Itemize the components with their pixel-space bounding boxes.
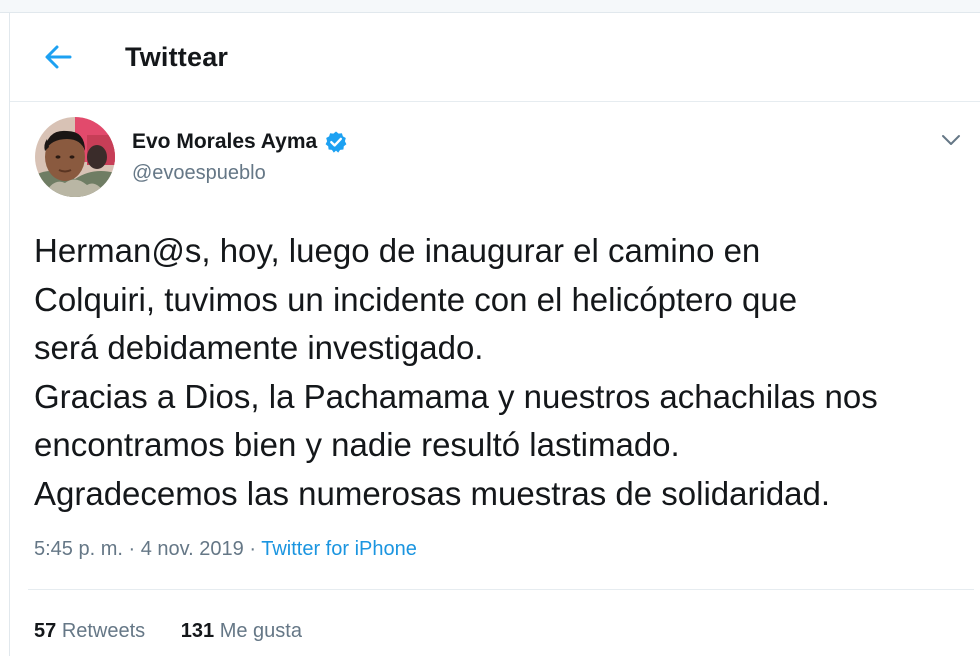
tweet-menu-button[interactable] (936, 127, 966, 153)
tweet-time[interactable]: 5:45 p. m. (34, 538, 123, 560)
tweet-panel: Twittear Evo Morales Ayma @evoespueblo H… (9, 13, 980, 656)
author-handle[interactable]: @evoespueblo (132, 162, 266, 185)
retweets-label: Retweets (61, 620, 146, 642)
verified-badge-icon (324, 130, 348, 154)
tweet-line: Colquiri, tuvimos un incidente con el he… (34, 280, 798, 318)
arrow-left-icon (45, 45, 72, 69)
likes-label: Me gusta (219, 620, 302, 642)
page-title: Twittear (125, 42, 229, 72)
tweet-text: Herman@s, hoy, luego de inaugurar el cam… (34, 227, 974, 518)
tweet-line: Gracias a Dios, la Pachamama y nuestros … (34, 377, 878, 415)
chevron-down-icon (942, 135, 960, 145)
tweet-line: Herman@s, hoy, luego de inaugurar el cam… (34, 232, 761, 269)
divider (28, 589, 974, 590)
tweet-line: Agradecemos las numerosas muestras de so… (34, 474, 831, 512)
tweet-stats: 57 Retweets 131 Me gusta (34, 620, 302, 643)
meta-separator: · (128, 538, 136, 560)
retweets-stat[interactable]: 57 Retweets (34, 620, 145, 643)
meta-separator: · (249, 538, 257, 560)
browser-top-strip (0, 0, 980, 13)
tweet-line: encontramos bien y nadie resultó lastima… (34, 426, 680, 463)
tweet-metadata: 5:45 p. m. · 4 nov. 2019 · Twitter for i… (34, 538, 417, 561)
likes-stat[interactable]: 131 Me gusta (181, 620, 302, 643)
retweets-count: 57 (34, 620, 57, 642)
author-name[interactable]: Evo Morales Ayma (132, 130, 348, 154)
avatar[interactable] (35, 117, 115, 197)
back-button[interactable] (38, 37, 78, 77)
tweet-header: Twittear (10, 13, 980, 102)
author-name-text: Evo Morales Ayma (132, 130, 318, 153)
avatar-image (35, 117, 115, 197)
tweet-source-link[interactable]: Twitter for iPhone (261, 538, 417, 560)
tweet-line: será debidamente investigado. (34, 329, 484, 366)
likes-count: 131 (180, 620, 215, 642)
tweet-date[interactable]: 4 nov. 2019 (141, 538, 244, 560)
